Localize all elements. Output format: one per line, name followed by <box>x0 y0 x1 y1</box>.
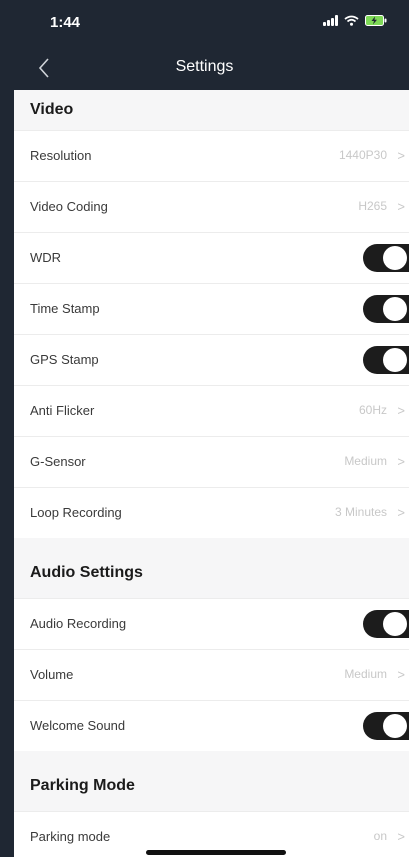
section-header-parking: Parking Mode <box>14 751 409 811</box>
setting-row-anti-flicker[interactable]: Anti Flicker 60Hz > <box>14 385 409 436</box>
setting-value: 60Hz <box>358 403 387 417</box>
setting-label: Resolution <box>30 148 92 163</box>
setting-label: GPS Stamp <box>30 352 99 367</box>
setting-label: Time Stamp <box>30 301 100 316</box>
setting-row-time-stamp: Time Stamp <box>14 283 409 334</box>
setting-label: WDR <box>30 250 62 265</box>
chevron-right-icon: > <box>397 829 405 844</box>
navigation-bar: Settings <box>0 44 409 90</box>
welcome-sound-toggle[interactable] <box>363 712 409 740</box>
setting-label: Parking mode <box>30 829 111 844</box>
setting-value: H265 <box>358 199 387 213</box>
setting-label: Welcome Sound <box>30 718 126 733</box>
toggle-knob <box>383 297 407 321</box>
toggle-knob <box>383 612 407 636</box>
setting-label: Volume <box>30 667 74 682</box>
wdr-toggle[interactable] <box>363 244 409 272</box>
setting-label: Audio Recording <box>30 616 127 631</box>
setting-label: Video Coding <box>30 199 108 214</box>
setting-row-video-coding[interactable]: Video Coding H265 > <box>14 181 409 232</box>
status-bar: 1:44 <box>0 0 409 44</box>
wifi-icon <box>344 15 359 26</box>
settings-list: Video Resolution 1440P30 > Video Coding … <box>14 90 409 857</box>
toggle-knob <box>383 348 407 372</box>
setting-value: on <box>373 829 387 843</box>
chevron-right-icon: > <box>397 505 405 520</box>
cellular-signal-icon <box>323 15 338 26</box>
chevron-right-icon: > <box>397 403 405 418</box>
page-title: Settings <box>175 58 234 75</box>
chevron-right-icon: > <box>397 148 405 163</box>
section-header-video: Video <box>14 90 409 130</box>
section-header-audio: Audio Settings <box>14 538 409 598</box>
setting-row-audio-recording: Audio Recording <box>14 598 409 649</box>
toggle-knob <box>383 714 407 738</box>
setting-row-welcome-sound: Welcome Sound <box>14 700 409 751</box>
time-stamp-toggle[interactable] <box>363 295 409 323</box>
setting-label: Loop Recording <box>30 505 122 520</box>
home-indicator[interactable] <box>146 850 286 855</box>
setting-row-resolution[interactable]: Resolution 1440P30 > <box>14 130 409 181</box>
status-icons <box>323 15 387 26</box>
setting-row-loop-recording[interactable]: Loop Recording 3 Minutes > <box>14 487 409 538</box>
battery-charging-icon <box>365 15 387 26</box>
setting-row-gps-stamp: GPS Stamp <box>14 334 409 385</box>
status-time: 1:44 <box>50 14 81 31</box>
chevron-right-icon: > <box>397 667 405 682</box>
chevron-right-icon: > <box>397 199 405 214</box>
setting-value: Medium <box>344 667 387 681</box>
setting-row-volume[interactable]: Volume Medium > <box>14 649 409 700</box>
setting-value: 3 Minutes <box>334 505 387 519</box>
chevron-right-icon: > <box>397 454 405 469</box>
toggle-knob <box>383 246 407 270</box>
gps-stamp-toggle[interactable] <box>363 346 409 374</box>
setting-value: 1440P30 <box>338 148 387 162</box>
setting-row-wdr: WDR <box>14 232 409 283</box>
setting-label: Anti Flicker <box>30 403 95 418</box>
setting-label: G-Sensor <box>30 454 86 469</box>
audio-recording-toggle[interactable] <box>363 610 409 638</box>
setting-value: Medium <box>344 454 387 468</box>
setting-row-g-sensor[interactable]: G-Sensor Medium > <box>14 436 409 487</box>
